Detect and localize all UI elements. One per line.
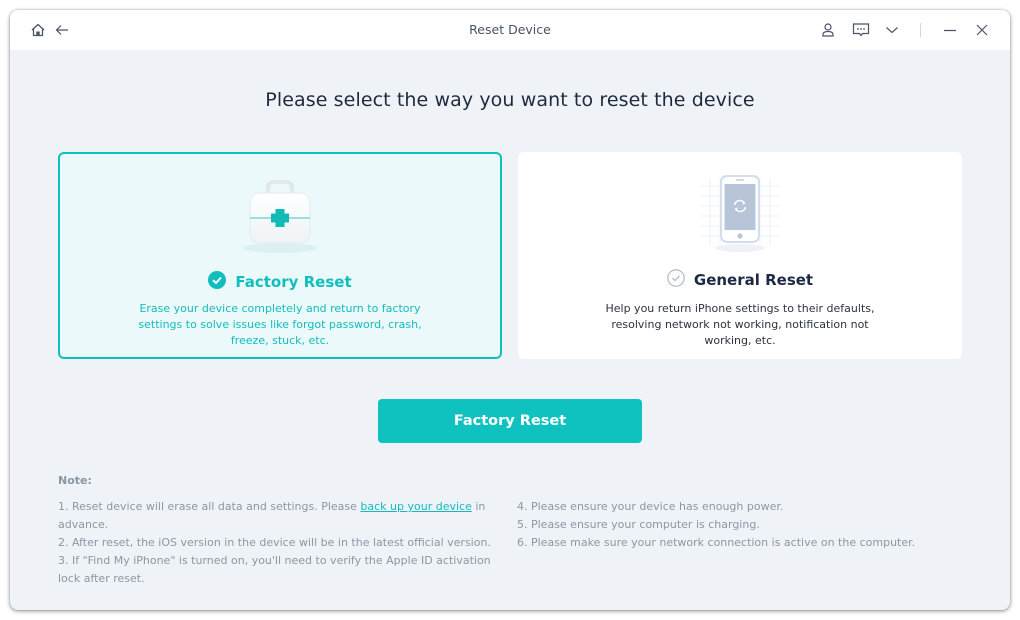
note-item-2: 2. After reset, the iOS version in the d…	[58, 536, 491, 549]
notes-left-column: 1. Reset device will erase all data and …	[58, 498, 508, 588]
factory-reset-title-row: Factory Reset	[60, 271, 500, 293]
note-item-3: 3. If "Find My iPhone" is turned on, you…	[58, 554, 491, 585]
general-reset-description: Help you return iPhone settings to their…	[605, 302, 875, 347]
note-1-text: 1. Reset device will erase all data and …	[58, 500, 361, 513]
minimize-icon[interactable]	[940, 20, 960, 40]
phone-refresh-icon	[690, 174, 790, 254]
notes-right-column: 4. Please ensure your device has enough …	[517, 498, 937, 552]
user-icon[interactable]	[818, 20, 838, 40]
check-circle-outline-icon	[667, 269, 685, 291]
factory-reset-description: Erase your device completely and return …	[138, 302, 422, 347]
note-item-1: 1. Reset device will erase all data and …	[58, 498, 508, 534]
general-reset-option-card[interactable]: General Reset Help you return iPhone set…	[518, 152, 962, 359]
close-icon[interactable]	[972, 20, 992, 40]
app-window: Reset Device Please select the way you w…	[10, 10, 1010, 610]
title-bar: Reset Device	[10, 10, 1010, 50]
note-label: Note:	[58, 474, 92, 487]
page-heading: Please select the way you want to reset …	[265, 89, 755, 111]
general-reset-title-row: General Reset	[518, 269, 962, 291]
chevron-down-icon[interactable]	[882, 20, 902, 40]
back-up-device-link[interactable]: back up your device	[360, 500, 471, 513]
check-circle-icon	[208, 271, 227, 293]
factory-reset-button[interactable]: Factory Reset	[378, 399, 642, 443]
title-bar-divider	[920, 23, 921, 37]
factory-reset-title: Factory Reset	[235, 273, 352, 291]
note-item-4: 4. Please ensure your device has enough …	[517, 500, 784, 513]
note-item-6: 6. Please make sure your network connect…	[517, 536, 916, 549]
note-item-5: 5. Please ensure your computer is chargi…	[517, 518, 760, 531]
chat-bubble-icon[interactable]	[851, 20, 871, 40]
medical-kit-icon	[230, 176, 330, 256]
factory-reset-option-card[interactable]: Factory Reset Erase your device complete…	[58, 152, 502, 359]
general-reset-title: General Reset	[693, 271, 814, 289]
